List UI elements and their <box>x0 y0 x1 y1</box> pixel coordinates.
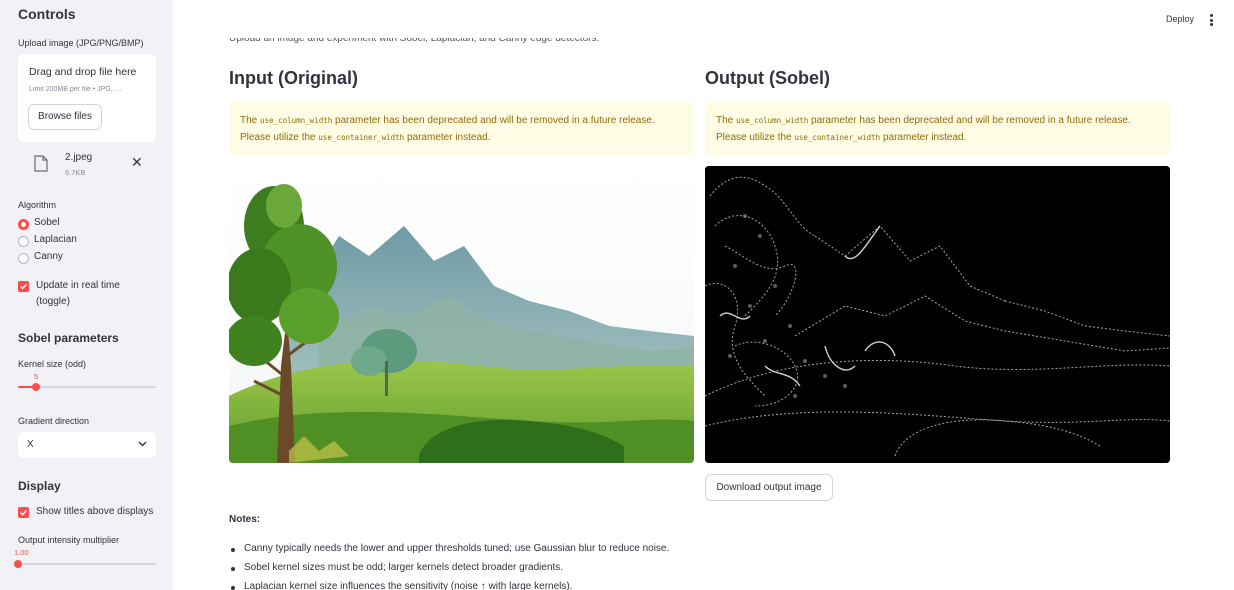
landscape-image <box>229 166 694 463</box>
kernel-size-value: 5 <box>34 372 39 381</box>
note-item: Canny typically needs the lower and uppe… <box>230 543 670 554</box>
warning-text: parameter instead. <box>882 132 967 143</box>
browse-files-button[interactable]: Browse files <box>28 104 102 130</box>
note-item: Laplacian kernel size influences the sen… <box>231 581 573 590</box>
realtime-checkbox[interactable] <box>18 281 29 292</box>
intro-text: Upload an image and experiment with Sobe… <box>229 33 600 44</box>
radio-label-canny: Canny <box>34 251 63 262</box>
warning-text: The <box>716 115 734 126</box>
warning-text: The <box>240 115 258 126</box>
deprecation-warning-input: The use_column_width parameter has been … <box>229 101 694 156</box>
intensity-thumb[interactable] <box>14 560 22 568</box>
notes-heading: Notes: <box>229 514 261 525</box>
warning-code: use_column_width <box>260 116 333 125</box>
warning-text: parameter has been deprecated and will b… <box>811 115 1131 126</box>
warning-text: Please utilize the <box>716 132 792 143</box>
output-title: Output (Sobel) <box>705 68 830 88</box>
check-icon <box>19 283 28 290</box>
file-icon <box>34 155 48 172</box>
gradient-direction-select[interactable]: X <box>18 432 156 458</box>
uploaded-file-name: 2.jpeg <box>65 152 93 163</box>
uploaded-file-size: 6.7KB <box>65 168 86 177</box>
intensity-slider[interactable] <box>14 560 156 568</box>
kernel-size-label: Kernel size (odd) <box>18 359 87 369</box>
note-item: Sobel kernel sizes must be odd; larger k… <box>230 562 564 573</box>
display-heading: Display <box>18 479 61 493</box>
gradient-direction-label: Gradient direction <box>18 416 90 426</box>
show-titles-label: Show titles above displays <box>36 506 154 517</box>
kernel-size-thumb[interactable] <box>32 383 40 391</box>
dropzone-limit: Limit 200MB per file • JPG, … <box>29 86 122 93</box>
sobel-parameters-heading: Sobel parameters <box>18 331 119 345</box>
realtime-label: Update in real time (toggle) <box>36 280 120 307</box>
warning-code: use_container_width <box>318 133 405 142</box>
sidebar-title: Controls <box>18 6 76 22</box>
upload-label: Upload image (JPG/PNG/BMP) <box>18 38 144 48</box>
gradient-direction-value: X <box>27 439 34 450</box>
input-image <box>229 166 694 463</box>
dropzone-text: Drag and drop file here <box>29 66 137 78</box>
input-title: Input (Original) <box>229 68 358 88</box>
warning-code: use_container_width <box>794 133 881 142</box>
sobel-edges-image <box>705 166 1170 463</box>
radio-label-laplacian: Laplacian <box>34 234 77 245</box>
radio-laplacian[interactable] <box>18 236 29 247</box>
warning-text: parameter has been deprecated and will b… <box>335 115 655 126</box>
sidebar: Controls Upload image (JPG/PNG/BMP) Drag… <box>0 0 173 590</box>
kernel-size-slider[interactable] <box>18 383 156 391</box>
intensity-label: Output intensity multiplier <box>18 535 120 545</box>
warning-code: use_column_width <box>736 116 809 125</box>
warning-text: parameter instead. <box>406 132 491 143</box>
chevron-down-icon <box>138 441 147 447</box>
remove-file-icon[interactable]: ✕ <box>131 154 143 170</box>
check-icon <box>19 509 28 516</box>
file-dropzone[interactable]: Drag and drop file here Limit 200MB per … <box>18 54 156 142</box>
show-titles-checkbox[interactable] <box>18 507 29 518</box>
radio-sobel[interactable] <box>18 219 29 230</box>
kebab-menu-icon[interactable] <box>1210 14 1214 26</box>
intensity-value: 1.00 <box>14 548 29 557</box>
deploy-button[interactable]: Deploy <box>1166 14 1194 24</box>
radio-canny[interactable] <box>18 253 29 264</box>
download-output-button[interactable]: Download output image <box>705 474 833 501</box>
warning-text: Please utilize the <box>240 132 316 143</box>
deprecation-warning-output: The use_column_width parameter has been … <box>705 101 1170 156</box>
output-image <box>705 166 1170 463</box>
radio-label-sobel: Sobel <box>34 217 60 228</box>
algorithm-label: Algorithm <box>18 200 57 210</box>
